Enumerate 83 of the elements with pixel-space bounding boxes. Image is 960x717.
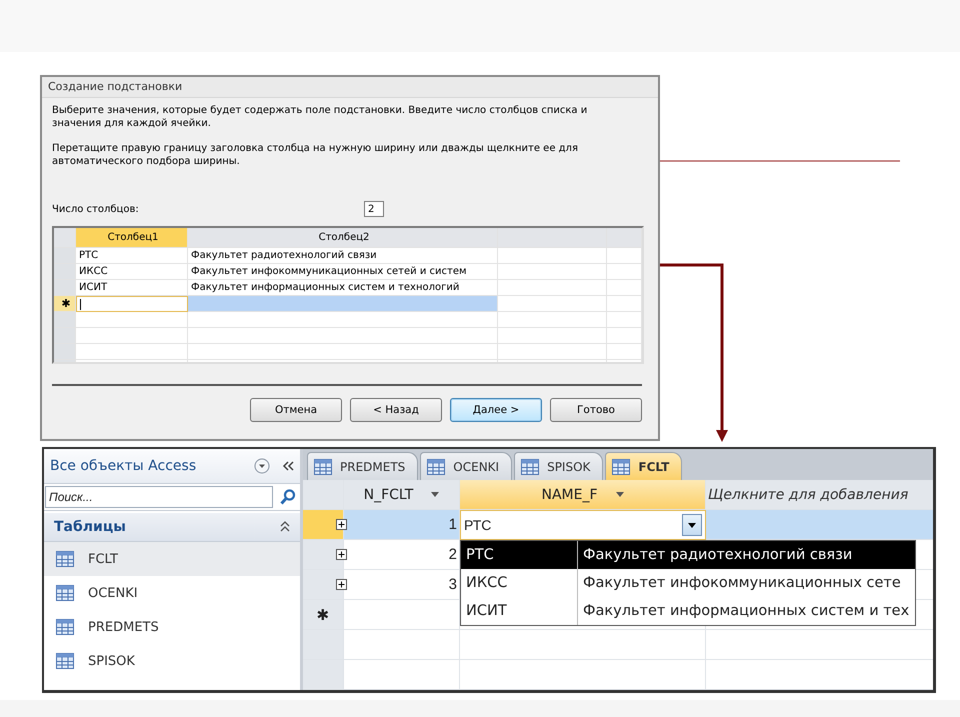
document-tab[interactable]: OCENKI (420, 452, 512, 480)
collapse-group-icon[interactable] (280, 521, 290, 533)
option-name: Факультет информационных систем и тех (582, 602, 910, 621)
column-header[interactable]: Столбец1 (76, 228, 188, 248)
dropdown-option[interactable]: ИКСС Факультет инфокоммуникационных сете (461, 569, 916, 597)
expand-icon[interactable] (336, 579, 347, 590)
group-title: Таблицы (54, 519, 127, 535)
empty-cell (607, 312, 642, 328)
record-selector (303, 630, 344, 660)
input-field[interactable] (76, 296, 188, 312)
expand-icon[interactable] (336, 549, 347, 560)
empty-cell (607, 328, 642, 344)
table-icon (314, 458, 332, 474)
combo-field[interactable]: РТС (460, 510, 706, 540)
table-cell: РТС (76, 248, 188, 264)
record-selector (54, 280, 76, 296)
table-cell: 3 (448, 576, 457, 593)
caret-icon[interactable] (688, 522, 696, 528)
add-column-header[interactable]: Щелкните для добавления (706, 480, 933, 510)
record-selector (54, 328, 76, 344)
option-name: Факультет инфокоммуникационных сете (582, 574, 902, 593)
option-code: РТС (461, 541, 578, 569)
record-selector[interactable] (303, 540, 344, 570)
empty-cell (607, 344, 642, 360)
instruction-text: Перетащите правую границу заголовка столбца на нужную ширину или дважды щелкните ее для автоматического подбора ширины. (52, 142, 579, 168)
sort-arrow-icon[interactable] (431, 492, 440, 497)
record-selector (54, 248, 76, 264)
column-header[interactable]: NAME_F (460, 480, 706, 510)
dialog-title: Создание подстановки (42, 77, 658, 98)
back-button[interactable]: < Назад (350, 398, 442, 422)
group-header[interactable]: Таблицы (44, 511, 300, 542)
option-code: ИКСС (461, 569, 578, 597)
table-cell: 1 (448, 516, 457, 533)
table-cell: Факультет радиотехнологий связи (188, 248, 498, 264)
record-selector[interactable] (303, 510, 344, 540)
option-name: Факультет радиотехнологий связи (582, 546, 854, 565)
empty-cell (607, 296, 642, 312)
empty-cell (607, 280, 642, 296)
column-count-label: Число столбцов: (52, 204, 140, 214)
finish-button[interactable]: Готово (550, 398, 642, 422)
collapse-pane-icon[interactable] (282, 460, 294, 472)
next-button[interactable]: Далее > (450, 398, 542, 422)
search-field[interactable]: Поиск... (45, 486, 273, 508)
column-header[interactable]: N_FCLT (344, 480, 460, 510)
search-icon[interactable] (279, 488, 297, 506)
option-code: ИСИТ (461, 597, 578, 625)
dropdown-option[interactable]: ИСИТ Факультет информационных систем и тех (461, 597, 916, 625)
column-header[interactable]: Столбец2 (188, 228, 498, 248)
nav-item[interactable]: FCLT (44, 542, 300, 576)
table-icon (427, 458, 446, 474)
dropdown-option[interactable]: РТС Факультет радиотехнологий связи (461, 541, 916, 569)
pane-title: Все объекты Access (50, 458, 198, 474)
column-count-field[interactable]: 2 (364, 201, 384, 217)
dropdown-menu-icon[interactable] (254, 458, 270, 474)
record-selector (54, 344, 76, 360)
instruction-text: Выберите значения, которые будет содержать поле подстановки. Введите число столбцов списка и значения для каждой ячейки. (52, 104, 588, 130)
table-icon (612, 458, 630, 474)
table-icon (56, 585, 74, 601)
empty-cell (607, 264, 642, 280)
table-cell: Факультет инфокоммуникационных сетей и систем (188, 264, 498, 280)
table-cell: ИКСС (76, 264, 188, 280)
table-cell: 2 (448, 546, 457, 563)
empty-cell (607, 248, 642, 264)
table-icon (521, 458, 540, 474)
dropdown-button[interactable] (682, 514, 702, 536)
new-record-marker: ✱ (54, 296, 76, 312)
table-icon (56, 619, 74, 635)
record-selector[interactable] (303, 570, 344, 600)
table-icon (56, 551, 74, 567)
record-selector (54, 264, 76, 280)
field-value: РТС (464, 517, 492, 533)
table-icon (56, 653, 74, 669)
header-cell (607, 228, 642, 248)
document-tab[interactable]: PREDMETS (307, 452, 418, 480)
expand-icon[interactable] (336, 519, 347, 530)
document-tab[interactable]: SPISOK (514, 452, 604, 480)
cancel-button[interactable]: Отмена (250, 398, 342, 422)
text-cursor (80, 299, 81, 310)
new-record-marker: ✱ (303, 600, 344, 630)
record-selector (54, 312, 76, 328)
sort-arrow-icon[interactable] (616, 492, 624, 497)
document-tab[interactable]: FCLT (605, 452, 682, 480)
record-selector (303, 660, 344, 690)
